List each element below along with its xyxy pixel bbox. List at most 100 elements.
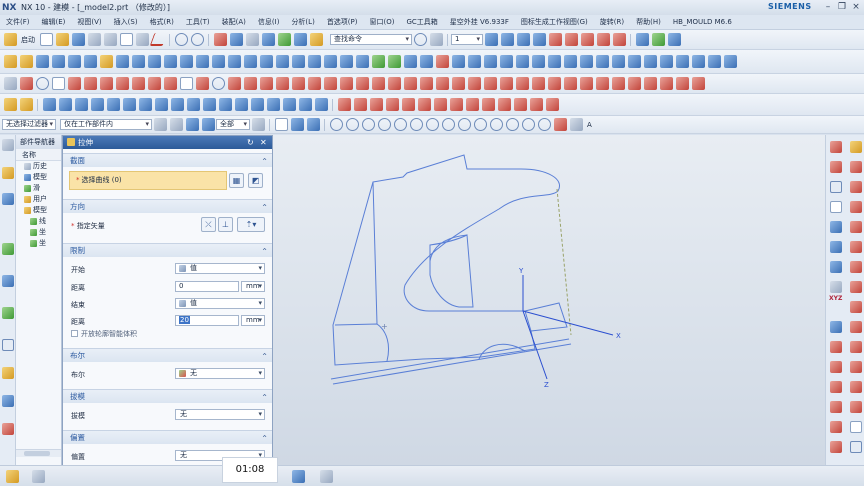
spline-icon[interactable]: [850, 161, 862, 173]
roles-icon[interactable]: [2, 423, 14, 435]
make-corner-icon[interactable]: [595, 77, 609, 90]
tree-item-feature[interactable]: 坐: [16, 238, 61, 249]
edit-feature-icon[interactable]: [229, 33, 243, 46]
rectangle-icon[interactable]: [51, 77, 65, 90]
start-icon[interactable]: [3, 33, 17, 46]
start-distance-input[interactable]: 0: [175, 281, 239, 292]
line-icon[interactable]: [830, 141, 842, 153]
profile-back-edge[interactable]: [372, 181, 378, 325]
delete-face-icon[interactable]: [483, 55, 497, 68]
bridge-curve-icon[interactable]: [259, 77, 273, 90]
constraint-icon[interactable]: [627, 77, 641, 90]
inner-arch-edge[interactable]: [429, 234, 468, 262]
selection-scope-select[interactable]: 仅在工作部件内: [60, 119, 152, 130]
print-icon[interactable]: [87, 33, 101, 46]
select-all-icon[interactable]: [169, 118, 183, 131]
point-icon[interactable]: [147, 77, 161, 90]
history-icon[interactable]: [2, 307, 14, 319]
fit-view-icon[interactable]: [667, 33, 681, 46]
extend-icon[interactable]: [850, 261, 862, 273]
curve-select-button[interactable]: ◩: [248, 173, 263, 188]
smooth-poles-icon[interactable]: [250, 98, 264, 111]
repeat-command-icon[interactable]: [213, 33, 227, 46]
slot-icon[interactable]: [179, 55, 193, 68]
alternate-solution-icon[interactable]: [691, 77, 705, 90]
curve-on-surface-icon[interactable]: [547, 77, 561, 90]
menu-assembly[interactable]: 装配(A): [216, 17, 252, 27]
wrap-curve-icon[interactable]: [467, 77, 481, 90]
draft-select[interactable]: 无: [175, 409, 265, 420]
offset-face-icon[interactable]: [355, 55, 369, 68]
fillet-curve-icon[interactable]: [195, 77, 209, 90]
snap-point-icon[interactable]: [537, 118, 551, 131]
scrollbar-thumb[interactable]: [24, 451, 50, 456]
section-curve-icon[interactable]: [307, 77, 321, 90]
edit-uv-icon[interactable]: [202, 98, 216, 111]
base-bottom-edge[interactable]: [332, 343, 572, 385]
trim-corner-icon[interactable]: [401, 98, 415, 111]
save-icon[interactable]: [71, 33, 85, 46]
prompt-icon[interactable]: [5, 470, 19, 483]
edit-curve-icon[interactable]: [337, 98, 351, 111]
stretch-curve-icon[interactable]: [513, 98, 527, 111]
shape-by-template-icon[interactable]: [282, 98, 296, 111]
base-top-edge[interactable]: [330, 338, 570, 380]
mirror-curve-icon[interactable]: [403, 77, 417, 90]
groove-icon[interactable]: [195, 55, 209, 68]
clock-icon[interactable]: [2, 339, 14, 351]
component-select-icon[interactable]: [185, 118, 199, 131]
menu-edit[interactable]: 编辑(E): [36, 17, 72, 27]
polygon-icon[interactable]: [830, 221, 842, 233]
refit-face-icon[interactable]: [106, 98, 120, 111]
web-browser-icon[interactable]: [2, 275, 14, 287]
enlarge-icon[interactable]: [90, 98, 104, 111]
navigator-scrollbar[interactable]: [16, 449, 61, 457]
rectangle-icon[interactable]: [830, 201, 842, 213]
break-icon[interactable]: [850, 361, 862, 373]
curve-shape-icon[interactable]: [465, 98, 479, 111]
text-tool[interactable]: A: [584, 121, 595, 129]
select-features-icon[interactable]: [290, 118, 304, 131]
reuse-library-icon[interactable]: [2, 243, 14, 255]
intersect-icon[interactable]: [243, 55, 257, 68]
point-snap-icon[interactable]: [580, 33, 594, 46]
text-curve-icon[interactable]: [227, 77, 241, 90]
blend-icon[interactable]: [850, 381, 862, 393]
cut-icon[interactable]: [103, 33, 117, 46]
mesh-icon[interactable]: [579, 55, 593, 68]
plane-icon[interactable]: [612, 33, 626, 46]
trim-curve-icon[interactable]: [339, 77, 353, 90]
boolean-header[interactable]: 布尔: [63, 348, 272, 364]
direction-header[interactable]: 方向: [63, 199, 272, 215]
section-icon[interactable]: [850, 401, 862, 413]
shell-icon[interactable]: [323, 55, 337, 68]
dialog-title-bar[interactable]: 拉伸: [63, 136, 272, 149]
helix-icon[interactable]: [131, 77, 145, 90]
menu-window[interactable]: 窗口(O): [364, 17, 401, 27]
snap-center-icon[interactable]: [393, 118, 407, 131]
snap-on-curve-icon[interactable]: [441, 118, 455, 131]
conic-icon[interactable]: [830, 261, 842, 273]
offset-surface-icon[interactable]: [659, 55, 673, 68]
mirror-icon[interactable]: [387, 55, 401, 68]
menu-tools[interactable]: 工具(T): [180, 17, 216, 27]
start-option-select[interactable]: 值: [175, 263, 265, 274]
through-curves-icon[interactable]: [563, 55, 577, 68]
bridge-icon[interactable]: [850, 341, 862, 353]
x-axis-line[interactable]: [522, 310, 614, 336]
basic-curve-icon[interactable]: [179, 77, 193, 90]
wave-link-icon[interactable]: [531, 55, 545, 68]
edit-arc-length-icon[interactable]: [433, 98, 447, 111]
menu-insert[interactable]: 插入(S): [108, 17, 144, 27]
wave-icon[interactable]: [830, 281, 842, 293]
view-iso-icon[interactable]: [532, 33, 546, 46]
cylinder-icon[interactable]: [67, 55, 81, 68]
snap-bounded-icon[interactable]: [473, 118, 487, 131]
edit-spline-icon[interactable]: [369, 98, 383, 111]
navigator-column-name[interactable]: 名称: [16, 149, 61, 161]
z-axis-line[interactable]: [522, 310, 548, 380]
snap-pole-icon[interactable]: [489, 118, 503, 131]
restore-icon[interactable]: ❐: [836, 1, 848, 13]
render-style-icon[interactable]: [319, 470, 333, 483]
graphics-window[interactable]: + Y X Z: [273, 135, 825, 465]
